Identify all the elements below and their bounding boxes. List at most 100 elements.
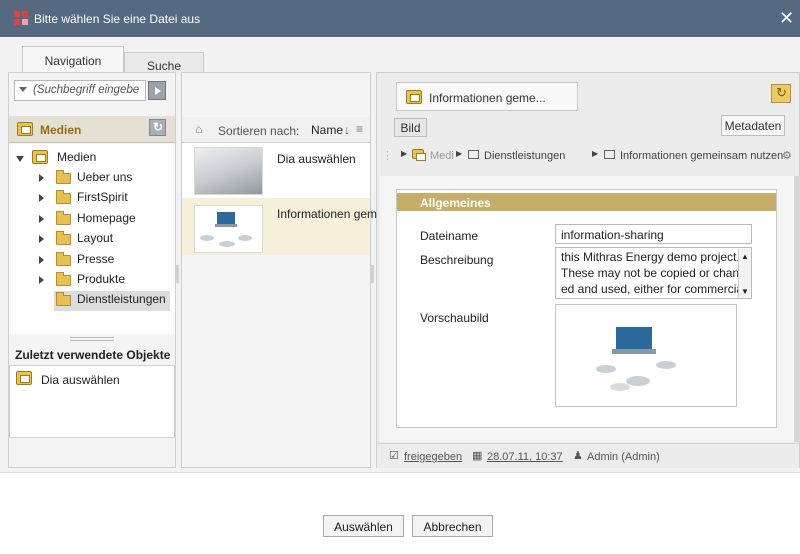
list-item-label: Informationen gem — [277, 207, 378, 221]
status-user: Admin (Admin) — [587, 451, 660, 463]
recent-item-label: Dia auswählen — [41, 373, 120, 387]
collapse-arrow-icon[interactable] — [39, 215, 44, 223]
release-status[interactable]: freigegeben — [404, 451, 462, 463]
sort-bar: ⌂ Sortieren nach: Name ↓ ≡ — [182, 117, 370, 143]
status-bar: ☑ freigegeben ▦ 28.07.11, 10:37 ♟ Admin … — [377, 443, 799, 468]
search-go-button[interactable] — [148, 81, 166, 100]
folder-icon — [56, 252, 71, 266]
splitter-handle[interactable] — [176, 265, 179, 283]
metadaten-button[interactable]: Metadaten — [721, 115, 785, 136]
tree-item-label: Presse — [77, 252, 115, 266]
description-line: this Mithras Energy demo project. — [561, 250, 740, 264]
collapse-arrow-icon[interactable] — [39, 276, 44, 284]
description-scrollbar[interactable]: ▲ ▼ — [738, 249, 751, 297]
folder-icon — [56, 190, 71, 204]
chevron-right-icon: ▶ — [401, 149, 408, 158]
tree-item-label: Homepage — [77, 211, 136, 225]
search-input[interactable]: (Suchbegriff eingebe — [14, 80, 146, 101]
scroll-up-icon[interactable]: ▲ — [741, 249, 749, 265]
breadcrumb: ⋮ ▶ Medi ▶ Dienstleistungen ▶ Informatio… — [380, 147, 795, 167]
collapse-arrow-icon[interactable] — [39, 256, 44, 264]
thumbnail-image — [194, 205, 263, 253]
media-icon — [17, 122, 33, 136]
tree-item-produkte[interactable]: Produkte — [9, 271, 169, 291]
thumbnail-image — [194, 147, 263, 195]
status-date[interactable]: 28.07.11, 10:37 — [487, 451, 563, 463]
network-illustration-icon — [596, 327, 676, 391]
breadcrumb-item[interactable]: Informationen gemeinsam nutzen — [620, 150, 783, 162]
tree-item-label: Layout — [77, 231, 114, 245]
dialog-footer: Auswählen Abbrechen — [0, 472, 800, 554]
scroll-down-icon[interactable]: ▼ — [741, 284, 749, 298]
window-title: Bitte wählen Sie eine Datei aus — [34, 12, 201, 26]
list-item-selected[interactable]: Informationen gem — [182, 198, 377, 255]
folder-icon — [56, 211, 71, 225]
tab-search[interactable]: Suche — [124, 52, 204, 73]
media-icon — [412, 149, 426, 161]
detail-tab-label: Informationen geme... — [429, 91, 546, 105]
filename-field[interactable]: information-sharing — [555, 224, 752, 244]
recent-item[interactable]: Dia auswählen — [14, 371, 169, 389]
sort-direction-icon[interactable]: ↓ — [344, 123, 350, 137]
collapse-arrow-icon[interactable] — [39, 194, 44, 202]
title-bar: Bitte wählen Sie eine Datei aus ✕ — [0, 0, 800, 37]
user-icon: ♟ — [573, 450, 583, 462]
folder-icon — [468, 150, 479, 159]
detail-tab[interactable]: Informationen geme... — [396, 82, 578, 111]
tree-item-label: Dienstleistungen — [77, 292, 166, 306]
breadcrumb-folder[interactable]: Dienstleistungen — [484, 150, 565, 162]
search-placeholder: (Suchbegriff eingebe — [33, 84, 140, 96]
tab-navigation[interactable]: Navigation — [22, 46, 124, 73]
preview-label: Vorschaubild — [420, 311, 489, 325]
list-item[interactable]: Dia auswählen — [182, 143, 370, 198]
refresh-button[interactable] — [771, 84, 791, 103]
network-illustration-icon — [200, 212, 252, 247]
media-tree: Medien Ueber uns FirstSpirit Homepage La… — [9, 144, 175, 334]
tree-item-ueber-uns[interactable]: Ueber uns — [9, 169, 169, 189]
breadcrumb-root-icon: ⋮ — [382, 150, 393, 162]
view-mode-icon[interactable]: ≡ — [356, 122, 363, 136]
tree-item-label: FirstSpirit — [77, 190, 128, 204]
refresh-button[interactable] — [149, 119, 166, 136]
tree-item-homepage[interactable]: Homepage — [9, 210, 169, 230]
list-item-label: Dia auswählen — [277, 152, 356, 166]
description-line: These may not be copied or chang — [561, 266, 746, 280]
app-logo-icon — [14, 11, 28, 25]
tree-item-label: Produkte — [77, 272, 126, 286]
tree-item-presse[interactable]: Presse — [9, 251, 169, 271]
media-icon — [32, 150, 48, 164]
recent-header: Zuletzt verwendete Objekte — [9, 345, 175, 365]
settings-icon[interactable]: ⚙ — [782, 149, 792, 162]
collapse-arrow-icon[interactable] — [39, 174, 44, 182]
tree-item-firstspirit[interactable]: FirstSpirit — [9, 189, 169, 209]
description-field[interactable]: this Mithras Energy demo project. These … — [555, 247, 752, 299]
new-folder-icon[interactable]: ⌂ — [195, 122, 202, 136]
breadcrumb-root[interactable]: Medi — [430, 150, 454, 162]
cancel-button[interactable]: Abbrechen — [412, 515, 493, 537]
splitter-handle[interactable] — [371, 265, 374, 283]
filename-label: Dateiname — [420, 229, 479, 243]
media-header-label: Medien — [40, 123, 82, 137]
recent-list: Dia auswählen — [9, 365, 175, 438]
folder-icon — [56, 231, 71, 245]
checkbox-icon: ☑ — [389, 450, 399, 462]
description-line: ed and used, either for commercial — [561, 282, 746, 296]
folder-icon — [56, 272, 71, 286]
sort-label: Sortieren nach: — [218, 124, 300, 138]
tree-item-dienstleistungen[interactable]: Dienstleistungen — [54, 291, 170, 311]
select-button[interactable]: Auswählen — [323, 515, 404, 537]
collapse-arrow-icon[interactable] — [39, 235, 44, 243]
bild-button[interactable]: Bild — [394, 118, 427, 137]
tree-item-label: Medien — [57, 150, 97, 164]
splitter-handle[interactable] — [70, 337, 114, 341]
close-icon[interactable]: ✕ — [779, 8, 794, 29]
dropdown-arrow-icon[interactable] — [19, 87, 27, 92]
sort-field[interactable]: Name — [311, 123, 343, 137]
folder-icon — [56, 170, 71, 184]
detail-scrollbar[interactable] — [794, 176, 800, 442]
tree-item-layout[interactable]: Layout — [9, 230, 169, 250]
tree-item-medien[interactable]: Medien — [9, 149, 169, 169]
tree-item-label: Ueber uns — [77, 170, 133, 184]
description-label: Beschreibung — [420, 253, 494, 267]
expand-arrow-icon[interactable] — [16, 156, 24, 162]
